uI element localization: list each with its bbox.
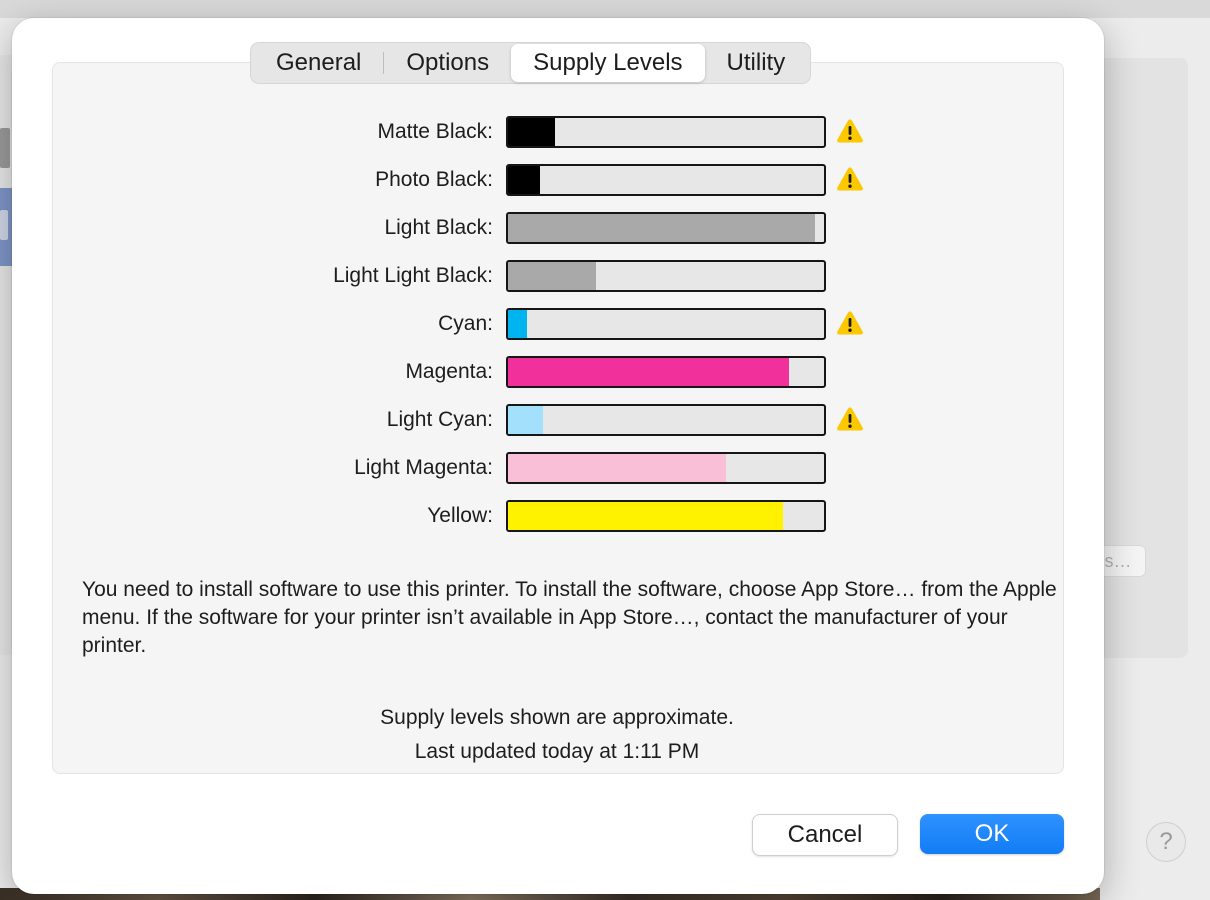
supply-row: Light Magenta: <box>12 452 912 484</box>
approximate-note: Supply levels shown are approximate. <box>380 706 734 729</box>
supply-label: Yellow: <box>427 504 493 527</box>
supply-row: Light Black: <box>12 212 912 244</box>
supply-level-bar <box>506 116 826 148</box>
supply-row: Cyan: <box>12 308 912 340</box>
tab-supply-levels[interactable]: Supply Levels <box>511 44 705 82</box>
supply-row: Light Cyan: <box>12 404 912 436</box>
supply-level-fill <box>508 310 527 338</box>
supply-level-fill <box>508 358 789 386</box>
supply-row: Light Light Black: <box>12 260 912 292</box>
supply-label: Light Cyan: <box>386 408 493 431</box>
printer-icon <box>0 210 8 240</box>
supply-level-fill <box>508 454 726 482</box>
supply-level-bar <box>506 260 826 292</box>
supply-row: Magenta: <box>12 356 912 388</box>
supply-level-fill <box>508 166 540 194</box>
tab-general[interactable]: General <box>254 44 383 82</box>
supply-level-fill <box>508 262 596 290</box>
supply-level-bar <box>506 164 826 196</box>
warning-triangle-icon <box>837 119 863 143</box>
supply-level-bar <box>506 356 826 388</box>
help-button[interactable]: ? <box>1146 822 1186 862</box>
cancel-button[interactable]: Cancel <box>752 814 898 856</box>
tab-options[interactable]: Options <box>384 44 511 82</box>
supply-level-fill <box>508 502 783 530</box>
warning-triangle-icon <box>837 311 863 335</box>
supply-label: Light Light Black: <box>333 264 493 287</box>
supply-level-bar <box>506 500 826 532</box>
tab-bar: General Options Supply Levels Utility <box>250 42 812 84</box>
supply-row: Matte Black: <box>12 116 912 148</box>
supply-label: Magenta: <box>405 360 493 383</box>
supply-level-fill <box>508 406 543 434</box>
supply-level-bar <box>506 308 826 340</box>
supply-row: Photo Black: <box>12 164 912 196</box>
supply-label: Light Magenta: <box>354 456 493 479</box>
warning-triangle-icon <box>837 167 863 191</box>
supply-level-bar <box>506 212 826 244</box>
printer-settings-sheet: General Options Supply Levels Utility Ma… <box>12 18 1104 894</box>
supply-label: Matte Black: <box>377 120 493 143</box>
install-software-message: You need to install software to use this… <box>82 578 1057 657</box>
supply-level-bar <box>506 404 826 436</box>
warning-triangle-icon <box>837 407 863 431</box>
supply-label: Light Black: <box>384 216 493 239</box>
last-updated-text: Last updated today at 1:11 PM <box>414 740 700 763</box>
supply-label: Cyan: <box>438 312 493 335</box>
tab-utility[interactable]: Utility <box>705 44 808 82</box>
supply-level-fill <box>508 118 555 146</box>
ok-button[interactable]: OK <box>920 814 1064 854</box>
background-titlebar <box>0 0 1210 18</box>
supply-label: Photo Black: <box>375 168 493 191</box>
supply-level-fill <box>508 214 815 242</box>
supply-row: Yellow: <box>12 500 912 532</box>
supply-level-bar <box>506 452 826 484</box>
printer-icon <box>0 128 10 168</box>
